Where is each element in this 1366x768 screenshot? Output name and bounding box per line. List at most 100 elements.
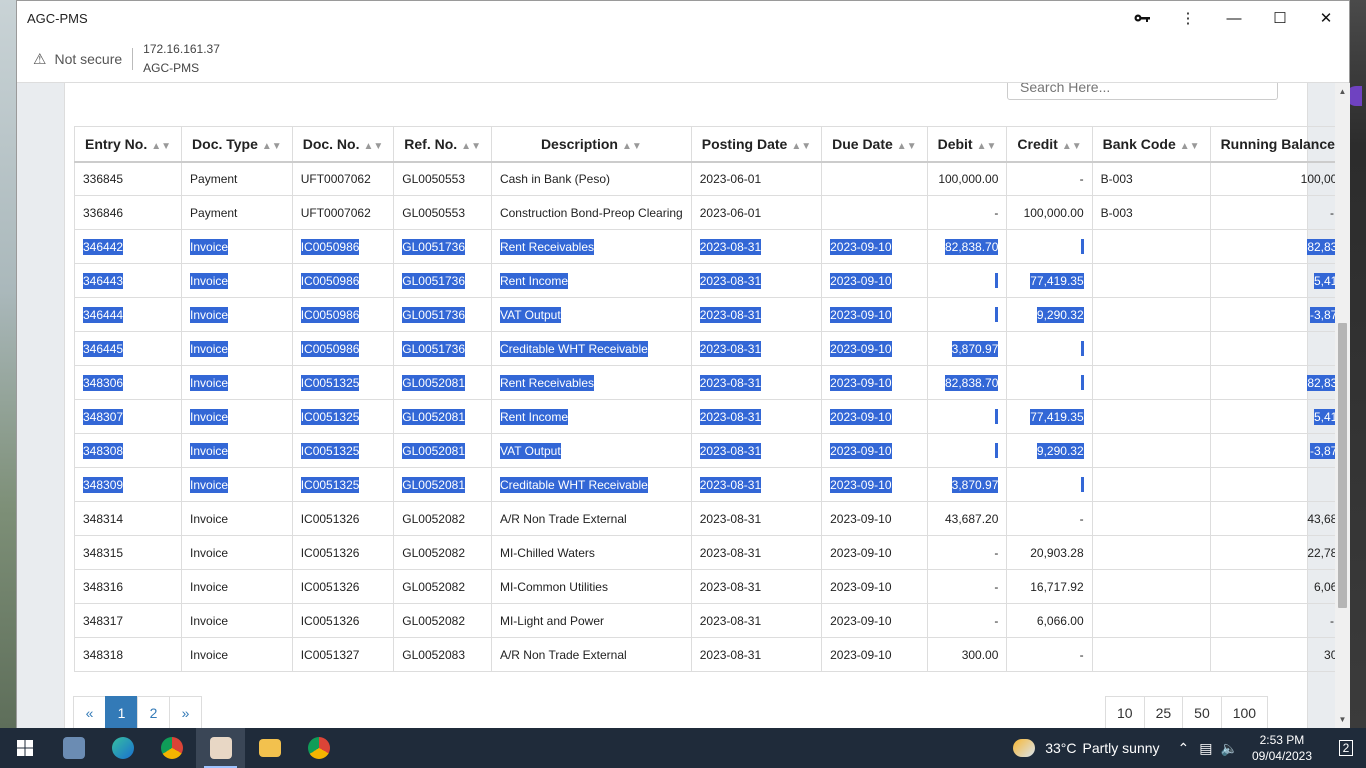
chrome-profile-icon[interactable]: [294, 728, 343, 768]
cell-due: 2023-09-10: [821, 569, 928, 604]
table-row[interactable]: 348308 Invoice IC0051325 GL0052081 VAT Outpu…: [73, 433, 1335, 468]
cell-bal: 82,838.70: [1209, 229, 1335, 264]
weather-icon[interactable]: [1013, 739, 1036, 757]
table-row[interactable]: 346442 Invoice IC0050986 GL0051736 Rent Rece…: [73, 229, 1335, 264]
cell-ref: GL0051736: [393, 331, 492, 366]
address-bar[interactable]: ⚠ Not secure 172.16.161.37 AGC-PMS: [17, 35, 1349, 83]
kebab-menu-icon[interactable]: ⋮: [1165, 1, 1211, 35]
table-row[interactable]: 336845 Payment UFT0007062 GL0050553 Cash in …: [73, 161, 1335, 196]
cell-type: Invoice: [181, 535, 293, 570]
cell-credit: 20,903.28: [1006, 535, 1093, 570]
sort-icon: ▲▼: [461, 140, 481, 152]
volume-icon[interactable]: 🔈: [1221, 740, 1238, 757]
col-debit[interactable]: Debit ▲▼: [926, 126, 1008, 163]
start-button[interactable]: [0, 728, 49, 768]
maximize-button[interactable]: ☐: [1257, 1, 1303, 35]
page-size-100[interactable]: 100: [1220, 696, 1269, 728]
cell-doc: IC0051326: [291, 569, 395, 604]
table-row[interactable]: 348315 Invoice IC0051326 GL0052082 MI-Chille…: [73, 535, 1335, 570]
scrollbar-thumb[interactable]: [1338, 323, 1347, 608]
key-icon[interactable]: [1119, 1, 1165, 35]
network-app-icon[interactable]: [49, 728, 98, 768]
cell-desc: MI-Common Utilities: [490, 569, 692, 604]
url-text: 172.16.161.37: [143, 41, 220, 56]
weather-text[interactable]: Partly sunny: [1082, 740, 1159, 756]
sort-icon: ▲▼: [151, 140, 172, 152]
clock[interactable]: 2:53 PM 09/04/2023: [1252, 732, 1312, 764]
cell-bank: [1091, 637, 1211, 672]
cell-post: 2023-08-31: [690, 263, 823, 298]
table-row[interactable]: 348306 Invoice IC0051325 GL0052081 Rent Rece…: [73, 365, 1335, 400]
cell-entry: 346444: [73, 297, 183, 332]
cell-doc: IC0051325: [291, 365, 395, 400]
notification-icon[interactable]: 2: [1326, 740, 1366, 756]
col-due-date[interactable]: Due Date ▲▼: [821, 126, 928, 163]
page-size-10[interactable]: 10: [1105, 696, 1145, 728]
network-icon[interactable]: ▤: [1199, 740, 1212, 757]
scroll-down-arrow-icon[interactable]: ▼: [1335, 711, 1350, 728]
table-row[interactable]: 348309 Invoice IC0051325 GL0052081 Creditabl…: [73, 467, 1335, 502]
pagination: « 1 2 »: [73, 696, 202, 728]
col-doc-no[interactable]: Doc. No. ▲▼: [291, 126, 395, 163]
browser-window: AGC-PMS ⋮ — ☐ ✕ ⚠ Not secure 172.16.161.…: [16, 0, 1350, 728]
prev-page-button[interactable]: «: [73, 696, 106, 728]
cell-entry: 348309: [73, 467, 183, 502]
table-row[interactable]: 346445 Invoice IC0050986 GL0051736 Creditabl…: [73, 331, 1335, 366]
col-doc-type[interactable]: Doc. Type ▲▼: [181, 126, 293, 163]
page-size-50[interactable]: 50: [1182, 696, 1222, 728]
table-row[interactable]: 348317 Invoice IC0051326 GL0052082 MI-Light …: [73, 603, 1335, 638]
page-button-1[interactable]: 1: [105, 696, 138, 728]
col-credit[interactable]: Credit ▲▼: [1006, 126, 1093, 163]
clock-time: 2:53 PM: [1259, 733, 1305, 747]
cell-credit: [1006, 331, 1093, 366]
next-page-button[interactable]: »: [169, 696, 202, 728]
page-button-2[interactable]: 2: [137, 696, 170, 728]
sort-icon: ▲▼: [1179, 140, 1200, 152]
col-bank-code[interactable]: Bank Code ▲▼: [1091, 126, 1211, 163]
cell-doc: IC0051326: [291, 603, 395, 638]
vertical-scrollbar[interactable]: ▲ ▼: [1335, 83, 1350, 728]
cell-debit: 82,838.70: [926, 229, 1008, 264]
cell-due: 2023-09-10: [821, 467, 928, 502]
cell-due: 2023-09-10: [821, 433, 928, 468]
cell-desc: A/R Non Trade External: [490, 501, 692, 536]
col-running-balance[interactable]: Running Balance▲▼: [1209, 126, 1335, 163]
table-row[interactable]: 348307 Invoice IC0051325 GL0052081 Rent Inco…: [73, 399, 1335, 434]
table-row[interactable]: 348316 Invoice IC0051326 GL0052082 MI-Common…: [73, 569, 1335, 604]
chevron-up-icon[interactable]: ⌃: [1178, 740, 1190, 757]
close-button[interactable]: ✕: [1303, 1, 1349, 35]
cell-due: 2023-09-10: [821, 297, 928, 332]
security-label[interactable]: Not secure: [54, 47, 134, 70]
table-row[interactable]: 336846 Payment UFT0007062 GL0050553 Construc…: [73, 195, 1335, 230]
col-ref-no[interactable]: Ref. No. ▲▼: [393, 126, 492, 163]
file-explorer-icon[interactable]: [245, 728, 294, 768]
cell-debit: 3,870.97: [926, 331, 1008, 366]
cell-bal: -3,870.97: [1209, 433, 1335, 468]
table-header-row: Entry No. ▲▼ Doc. Type ▲▼ Doc. No. ▲▼ Ref. …: [73, 126, 1335, 163]
scroll-up-arrow-icon[interactable]: ▲: [1335, 83, 1350, 100]
cell-bank: B-003: [1091, 195, 1211, 230]
cell-debit: -: [926, 195, 1008, 230]
chrome-icon[interactable]: [147, 728, 196, 768]
table-row[interactable]: 346444 Invoice IC0050986 GL0051736 VAT Outpu…: [73, 297, 1335, 332]
table-row[interactable]: 348314 Invoice IC0051326 GL0052082 A/R Non T…: [73, 501, 1335, 536]
edge-icon[interactable]: [98, 728, 147, 768]
table-row[interactable]: 348318 Invoice IC0051327 GL0052083 A/R Non T…: [73, 637, 1335, 672]
sort-icon: ▲▼: [261, 140, 282, 152]
table-row[interactable]: 346443 Invoice IC0050986 GL0051736 Rent Inco…: [73, 263, 1335, 298]
cell-due: [821, 195, 928, 230]
cell-due: 2023-09-10: [821, 603, 928, 638]
cell-entry: 348315: [73, 535, 183, 570]
paint-app-icon[interactable]: [196, 728, 245, 768]
weather-temp[interactable]: 33°C: [1045, 740, 1076, 756]
minimize-button[interactable]: —: [1211, 1, 1257, 35]
cell-type: Invoice: [181, 365, 293, 400]
col-description[interactable]: Description ▲▼: [490, 126, 692, 163]
page-size-25[interactable]: 25: [1143, 696, 1184, 728]
cell-ref: GL0050553: [393, 195, 492, 230]
search-input[interactable]: [1007, 83, 1278, 100]
col-posting-date[interactable]: Posting Date ▲▼: [690, 126, 823, 163]
cell-credit: 77,419.35: [1006, 399, 1093, 434]
cell-due: 2023-09-10: [821, 535, 928, 570]
col-entry-no[interactable]: Entry No. ▲▼: [73, 126, 183, 163]
